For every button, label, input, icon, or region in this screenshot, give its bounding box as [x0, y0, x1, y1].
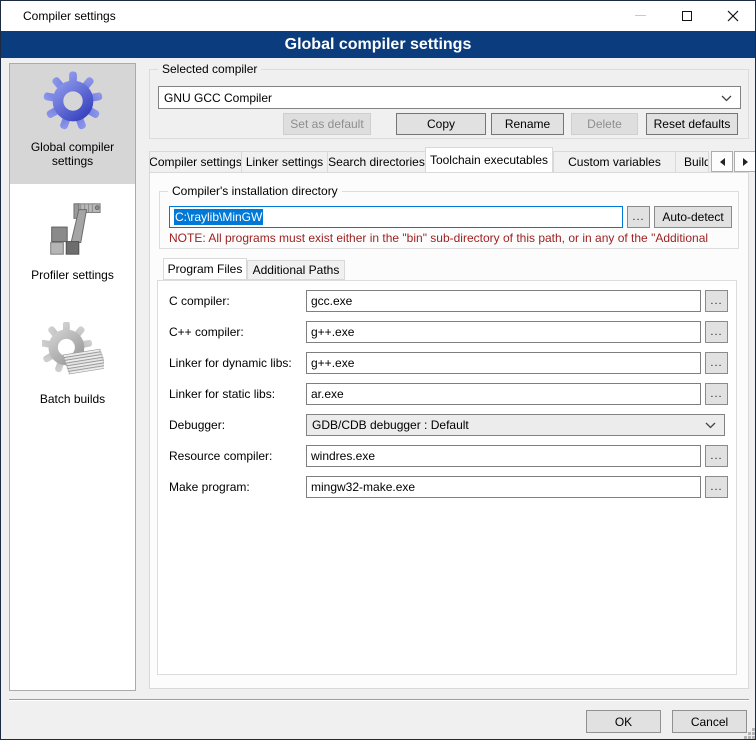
minimize-button [617, 1, 663, 30]
window-title: Compiler settings [23, 1, 116, 31]
copy-button[interactable]: Copy [396, 113, 486, 135]
tab-scroll-left-button[interactable] [711, 151, 733, 172]
c-compiler-label: C compiler: [169, 290, 303, 312]
dialog-banner: Global compiler settings [1, 31, 755, 58]
footer-divider [9, 699, 749, 701]
auto-detect-button[interactable]: Auto-detect [654, 206, 732, 228]
cpp-compiler-browse-button[interactable]: ... [705, 321, 728, 343]
c-compiler-value: gcc.exe [311, 294, 352, 308]
maximize-button[interactable] [664, 1, 710, 30]
tab-linker-settings[interactable]: Linker settings [241, 151, 327, 173]
tab-build-options[interactable]: Build options [675, 151, 709, 173]
tab-compiler-settings[interactable]: Compiler settings [149, 151, 241, 173]
linker-dynamic-value: g++.exe [311, 356, 354, 370]
subtab-program-files[interactable]: Program Files [163, 258, 247, 280]
cpp-compiler-value: g++.exe [311, 325, 354, 339]
maximize-icon [682, 11, 692, 21]
selected-compiler-group-label: Selected compiler [158, 62, 261, 76]
resource-compiler-value: windres.exe [311, 449, 375, 463]
linker-static-input[interactable]: ar.exe [306, 383, 701, 405]
selected-compiler-value: GNU GCC Compiler [164, 91, 272, 105]
resource-compiler-browse-button[interactable]: ... [705, 445, 728, 467]
subtab-additional-paths[interactable]: Additional Paths [247, 260, 345, 280]
chevron-down-icon [721, 95, 732, 102]
debugger-combobox[interactable]: GDB/CDB debugger : Default [306, 414, 725, 436]
set-as-default-button: Set as default [283, 113, 371, 135]
debugger-label: Debugger: [169, 414, 303, 436]
installation-directory-group-label: Compiler's installation directory [168, 184, 342, 198]
sidebar-item-global-compiler-settings[interactable]: Global compiler settings [10, 64, 135, 184]
sidebar-item-label: Global compiler settings [18, 140, 128, 168]
make-program-label: Make program: [169, 476, 303, 498]
tab-toolchain-executables[interactable]: Toolchain executables [425, 147, 553, 173]
settings-category-list: Global compiler settings Profiler settin… [9, 63, 136, 691]
cancel-button[interactable]: Cancel [672, 710, 747, 733]
arrow-right-icon [743, 158, 748, 166]
close-icon [727, 10, 739, 22]
installation-directory-value: C:\raylib\MinGW [174, 209, 263, 225]
make-program-value: mingw32-make.exe [311, 480, 415, 494]
resource-compiler-input[interactable]: windres.exe [306, 445, 701, 467]
tab-scroll-right-button[interactable] [734, 151, 756, 172]
reset-defaults-button[interactable]: Reset defaults [646, 113, 738, 135]
linker-dynamic-input[interactable]: g++.exe [306, 352, 701, 374]
minimize-icon [635, 15, 646, 16]
linker-static-browse-button[interactable]: ... [705, 383, 728, 405]
close-button[interactable] [710, 1, 756, 30]
sidebar-item-batch-builds[interactable]: Batch builds [10, 316, 135, 432]
selected-compiler-combobox[interactable]: GNU GCC Compiler [158, 86, 741, 109]
tab-search-directories[interactable]: Search directories [327, 151, 425, 173]
c-compiler-input[interactable]: gcc.exe [306, 290, 701, 312]
chevron-down-icon [705, 422, 716, 429]
sidebar-item-label: Batch builds [18, 392, 128, 406]
linker-static-value: ar.exe [311, 387, 344, 401]
titlebar[interactable]: Compiler settings [1, 1, 755, 31]
arrow-left-icon [720, 158, 725, 166]
ok-button[interactable]: OK [586, 710, 661, 733]
sidebar-item-profiler-settings[interactable]: Profiler settings [10, 192, 135, 296]
blue-gear-icon [42, 70, 104, 132]
make-program-browse-button[interactable]: ... [705, 476, 728, 498]
cpp-compiler-label: C++ compiler: [169, 321, 303, 343]
compiler-settings-dialog: Compiler settings Global compiler settin… [0, 0, 756, 740]
make-program-input[interactable]: mingw32-make.exe [306, 476, 701, 498]
sidebar-item-label: Profiler settings [18, 268, 128, 282]
installation-directory-note: NOTE: All programs must exist either in … [169, 231, 735, 246]
resize-grip[interactable] [748, 732, 751, 735]
tab-custom-variables[interactable]: Custom variables [553, 151, 675, 173]
installation-directory-input[interactable]: C:\raylib\MinGW [169, 206, 623, 228]
batch-builds-icon [42, 322, 104, 384]
rename-button[interactable]: Rename [491, 113, 564, 135]
installation-directory-browse-button[interactable]: ... [627, 206, 650, 228]
caliper-icon [42, 198, 104, 260]
cpp-compiler-input[interactable]: g++.exe [306, 321, 701, 343]
delete-button: Delete [571, 113, 638, 135]
c-compiler-browse-button[interactable]: ... [705, 290, 728, 312]
linker-static-label: Linker for static libs: [169, 383, 303, 405]
linker-dynamic-browse-button[interactable]: ... [705, 352, 728, 374]
resource-compiler-label: Resource compiler: [169, 445, 303, 467]
linker-dynamic-label: Linker for dynamic libs: [169, 352, 303, 374]
debugger-value: GDB/CDB debugger : Default [312, 418, 469, 432]
